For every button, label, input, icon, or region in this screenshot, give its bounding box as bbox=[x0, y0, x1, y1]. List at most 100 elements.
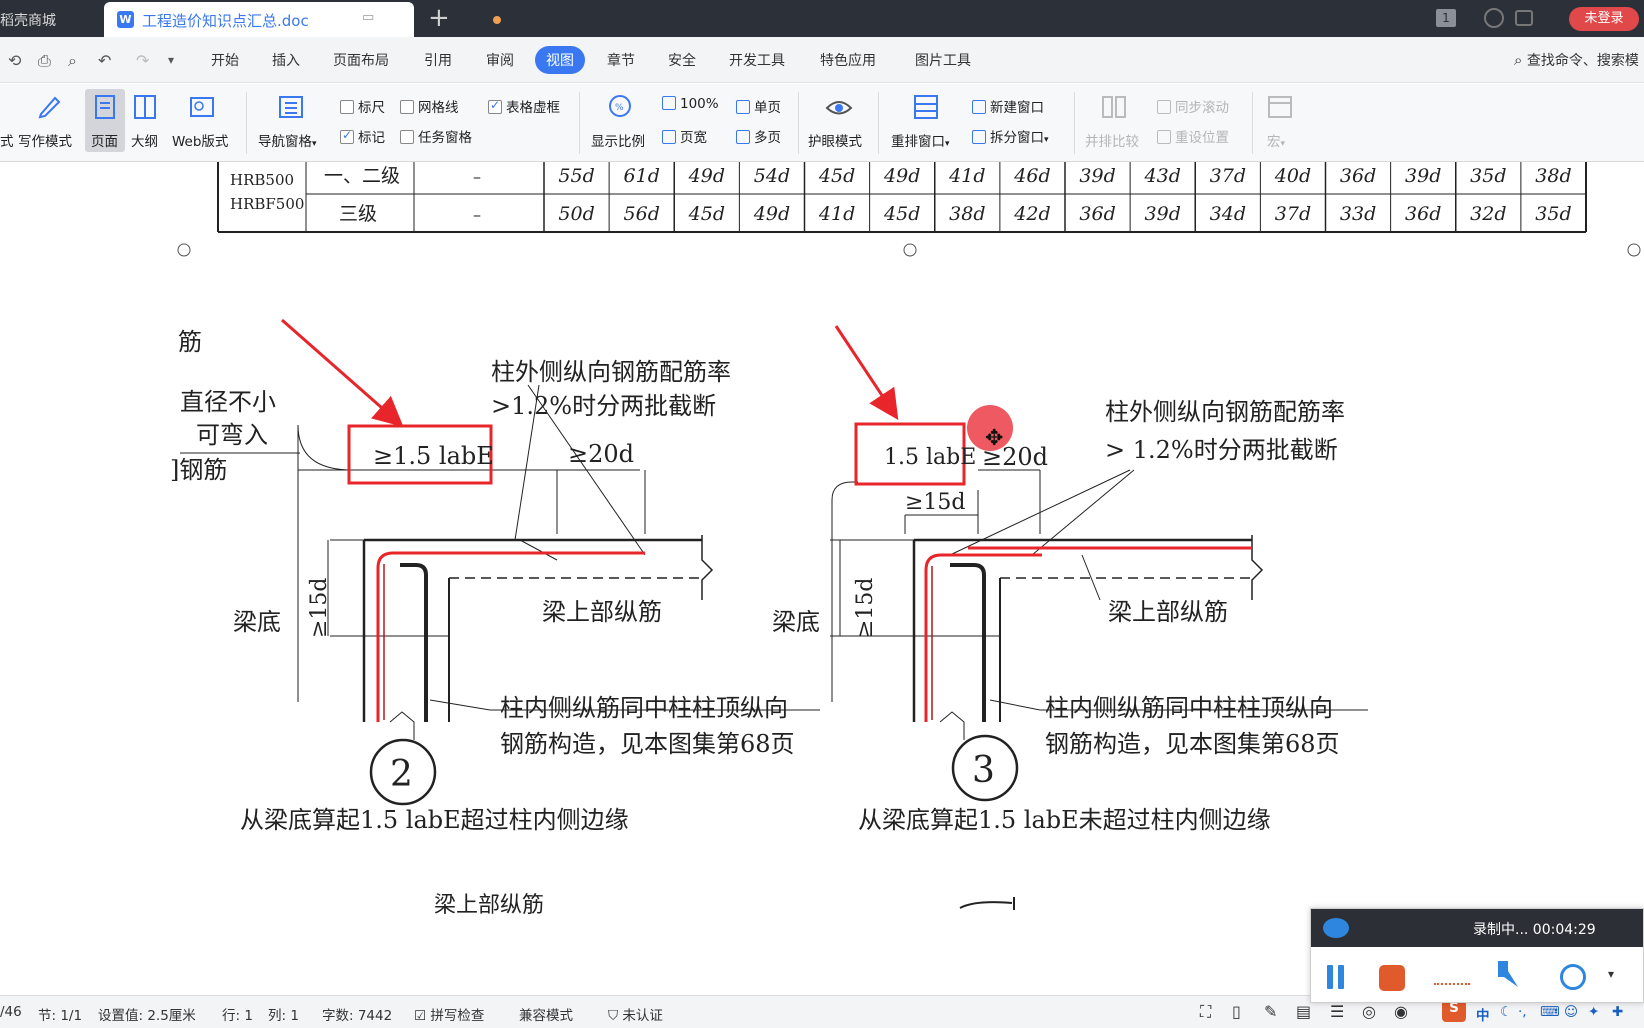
web-layout-icon bbox=[190, 97, 214, 117]
certification-status[interactable]: ⛉ 未认证 bbox=[608, 1004, 663, 1024]
menu-view[interactable]: 视图 bbox=[535, 46, 585, 74]
tab-active-label: 工程造价知识点汇总.doc bbox=[142, 12, 309, 30]
tab-active-document[interactable]: W 工程造价知识点汇总.doc ▭ bbox=[104, 2, 501, 37]
tab-docer-store[interactable]: 稻壳商城 bbox=[0, 0, 102, 37]
figure-2-ratio-note-2: >1.2%时分两批截断 bbox=[491, 392, 716, 420]
quick-access-dropdown-icon[interactable]: ▾ bbox=[168, 53, 174, 67]
annotate-pen-icon[interactable] bbox=[1494, 955, 1526, 993]
write-mode-button[interactable]: 写作模式 bbox=[18, 130, 72, 150]
figure-3-number: 3 bbox=[972, 750, 995, 791]
zoom-button[interactable]: 显示比例 bbox=[591, 130, 645, 150]
side-by-side-button[interactable]: 并排比较 bbox=[1085, 130, 1139, 150]
status-setting[interactable]: 设置值: 2.5厘米 bbox=[98, 1004, 196, 1024]
status-col[interactable]: 列: 1 bbox=[268, 1004, 299, 1024]
ruler-checkbox[interactable]: 标尺 bbox=[340, 96, 385, 116]
command-search-label: 查找命令、搜索模 bbox=[1526, 53, 1639, 69]
write-mode-status-icon[interactable]: ✎ bbox=[1264, 1002, 1277, 1021]
compat-mode-label[interactable]: 兼容模式 bbox=[519, 1004, 573, 1024]
print-preview-icon[interactable]: ⌕ bbox=[68, 51, 77, 71]
reading-mode-icon[interactable]: ▯ bbox=[1232, 1002, 1241, 1021]
table-level-row2: 三级 bbox=[339, 203, 377, 225]
ime-skin-icon[interactable]: ✦ bbox=[1588, 1004, 1599, 1020]
ime-s-icon[interactable]: S bbox=[1442, 1000, 1466, 1022]
table-border-checkbox[interactable]: 表格虚框 bbox=[488, 96, 560, 116]
status-page[interactable]: /46 bbox=[0, 1004, 22, 1020]
mode-cut-label[interactable]: 式 bbox=[0, 130, 14, 150]
new-window-icon bbox=[972, 100, 986, 114]
status-row[interactable]: 行: 1 bbox=[222, 1004, 253, 1024]
page-view-button[interactable]: 页面 bbox=[91, 130, 118, 150]
figure-2-number: 2 bbox=[390, 754, 413, 795]
page-view-status-icon[interactable]: ▤ bbox=[1296, 1002, 1311, 1021]
table-cell: 36d bbox=[1340, 165, 1376, 187]
reset-position-button[interactable]: 重设位置 bbox=[1157, 126, 1229, 146]
table-cell: 45d bbox=[818, 165, 855, 187]
split-window-button[interactable]: 拆分窗口▾ bbox=[972, 126, 1049, 146]
ribbon-divider bbox=[1074, 92, 1075, 154]
document-canvas[interactable]: HRB500 HRBF500 一、二级 三级 – – 55d 61d 49d 54d 4… bbox=[0, 162, 1644, 995]
figure-3-beam-bottom: 梁底 bbox=[772, 608, 820, 636]
stop-button[interactable] bbox=[1379, 965, 1405, 991]
nav-pane-button[interactable]: 导航窗格▾ bbox=[258, 130, 317, 150]
new-tab-button[interactable]: + bbox=[428, 3, 450, 33]
web-layout-button[interactable]: Web版式 bbox=[172, 130, 228, 150]
webcam-icon[interactable] bbox=[1560, 964, 1586, 990]
ime-tools-icon[interactable]: ✚ bbox=[1612, 1004, 1623, 1020]
spell-check-button[interactable]: ☑ 拼写检查 bbox=[414, 1004, 484, 1024]
ime-keyboard-icon[interactable]: ⌨ bbox=[1540, 1004, 1560, 1020]
redo-icon[interactable]: ↷ bbox=[136, 51, 149, 70]
open-folder-icon[interactable]: ⟲ bbox=[8, 51, 21, 70]
menu-home[interactable]: 开始 bbox=[211, 50, 239, 70]
task-pane-checkbox[interactable]: 任务窗格 bbox=[400, 126, 472, 146]
skin-icon[interactable] bbox=[1484, 8, 1504, 28]
menu-insert[interactable]: 插入 bbox=[272, 50, 300, 70]
login-button[interactable]: 未登录 bbox=[1569, 7, 1639, 31]
menu-picture-tools[interactable]: 图片工具 bbox=[915, 50, 971, 70]
ime-moon-icon[interactable]: ☾ bbox=[1500, 1004, 1512, 1020]
menu-page-layout[interactable]: 页面布局 bbox=[333, 50, 389, 70]
single-page-button[interactable]: 单页 bbox=[736, 96, 781, 116]
table-cell: 43d bbox=[1144, 165, 1181, 187]
document-page-figure: HRB500 HRBF500 一、二级 三级 – – 55d 61d 49d 54d 4… bbox=[170, 162, 1641, 918]
outline-status-icon[interactable]: ☰ bbox=[1330, 1002, 1344, 1021]
ime-punct-icon[interactable]: ·, bbox=[1518, 1004, 1527, 1020]
menu-references[interactable]: 引用 bbox=[424, 50, 452, 70]
status-section[interactable]: 节: 1/1 bbox=[38, 1004, 82, 1024]
ime-mode-label[interactable]: 中 bbox=[1476, 1004, 1490, 1024]
marks-checkbox[interactable]: 标记 bbox=[340, 126, 385, 146]
web-status-icon[interactable]: ◎ bbox=[1362, 1002, 1376, 1021]
monitor-icon[interactable]: ▭ bbox=[362, 10, 374, 25]
eye-status-icon[interactable]: ◉ bbox=[1394, 1002, 1408, 1021]
zoom-100-button[interactable]: 100% bbox=[662, 96, 719, 112]
new-window-button[interactable]: 新建窗口 bbox=[972, 96, 1044, 116]
menu-security[interactable]: 安全 bbox=[668, 50, 696, 70]
eye-mode-button[interactable]: 护眼模式 bbox=[808, 130, 862, 150]
print-icon[interactable]: ⎙ bbox=[38, 51, 51, 71]
pause-button[interactable] bbox=[1327, 965, 1345, 989]
command-search[interactable]: ⌕ 查找命令、搜索模 bbox=[1514, 50, 1639, 70]
left-cut-text-4: ]钢筋 bbox=[170, 456, 227, 484]
macro-button[interactable]: 宏▾ bbox=[1267, 130, 1285, 150]
menu-developer[interactable]: 开发工具 bbox=[729, 50, 785, 70]
figure-2-ratio-note-1: 柱外侧纵向钢筋配筋率 bbox=[491, 358, 731, 386]
rearrange-window-button[interactable]: 重排窗口▾ bbox=[891, 130, 950, 150]
status-word-count[interactable]: 字数: 7442 bbox=[322, 1004, 392, 1024]
menu-review[interactable]: 审阅 bbox=[486, 50, 514, 70]
chevron-down-icon[interactable]: ▾ bbox=[1608, 967, 1614, 981]
menu-chapter[interactable]: 章节 bbox=[607, 50, 635, 70]
table-cell: 50d bbox=[558, 203, 594, 225]
multi-page-button[interactable]: 多页 bbox=[736, 126, 781, 146]
page-width-button[interactable]: 页宽 bbox=[662, 126, 707, 146]
window-count-badge[interactable]: 1 bbox=[1436, 9, 1456, 27]
gridlines-checkbox[interactable]: 网格线 bbox=[400, 96, 459, 116]
menu-special[interactable]: 特色应用 bbox=[820, 50, 876, 70]
outline-button[interactable]: 大纲 bbox=[131, 130, 158, 150]
figure-3-top-bar-label: 梁上部纵筋 bbox=[1108, 598, 1228, 626]
certification-label: 未认证 bbox=[622, 1008, 663, 1024]
fullscreen-icon[interactable]: ⛶ bbox=[1200, 1002, 1211, 1022]
share-icon[interactable] bbox=[1515, 10, 1533, 26]
sync-scroll-button[interactable]: 同步滚动 bbox=[1157, 96, 1229, 116]
undo-icon[interactable]: ↶ bbox=[98, 51, 111, 70]
ime-user-icon[interactable]: ☺ bbox=[1564, 1004, 1578, 1020]
ribbon-divider bbox=[878, 92, 879, 154]
